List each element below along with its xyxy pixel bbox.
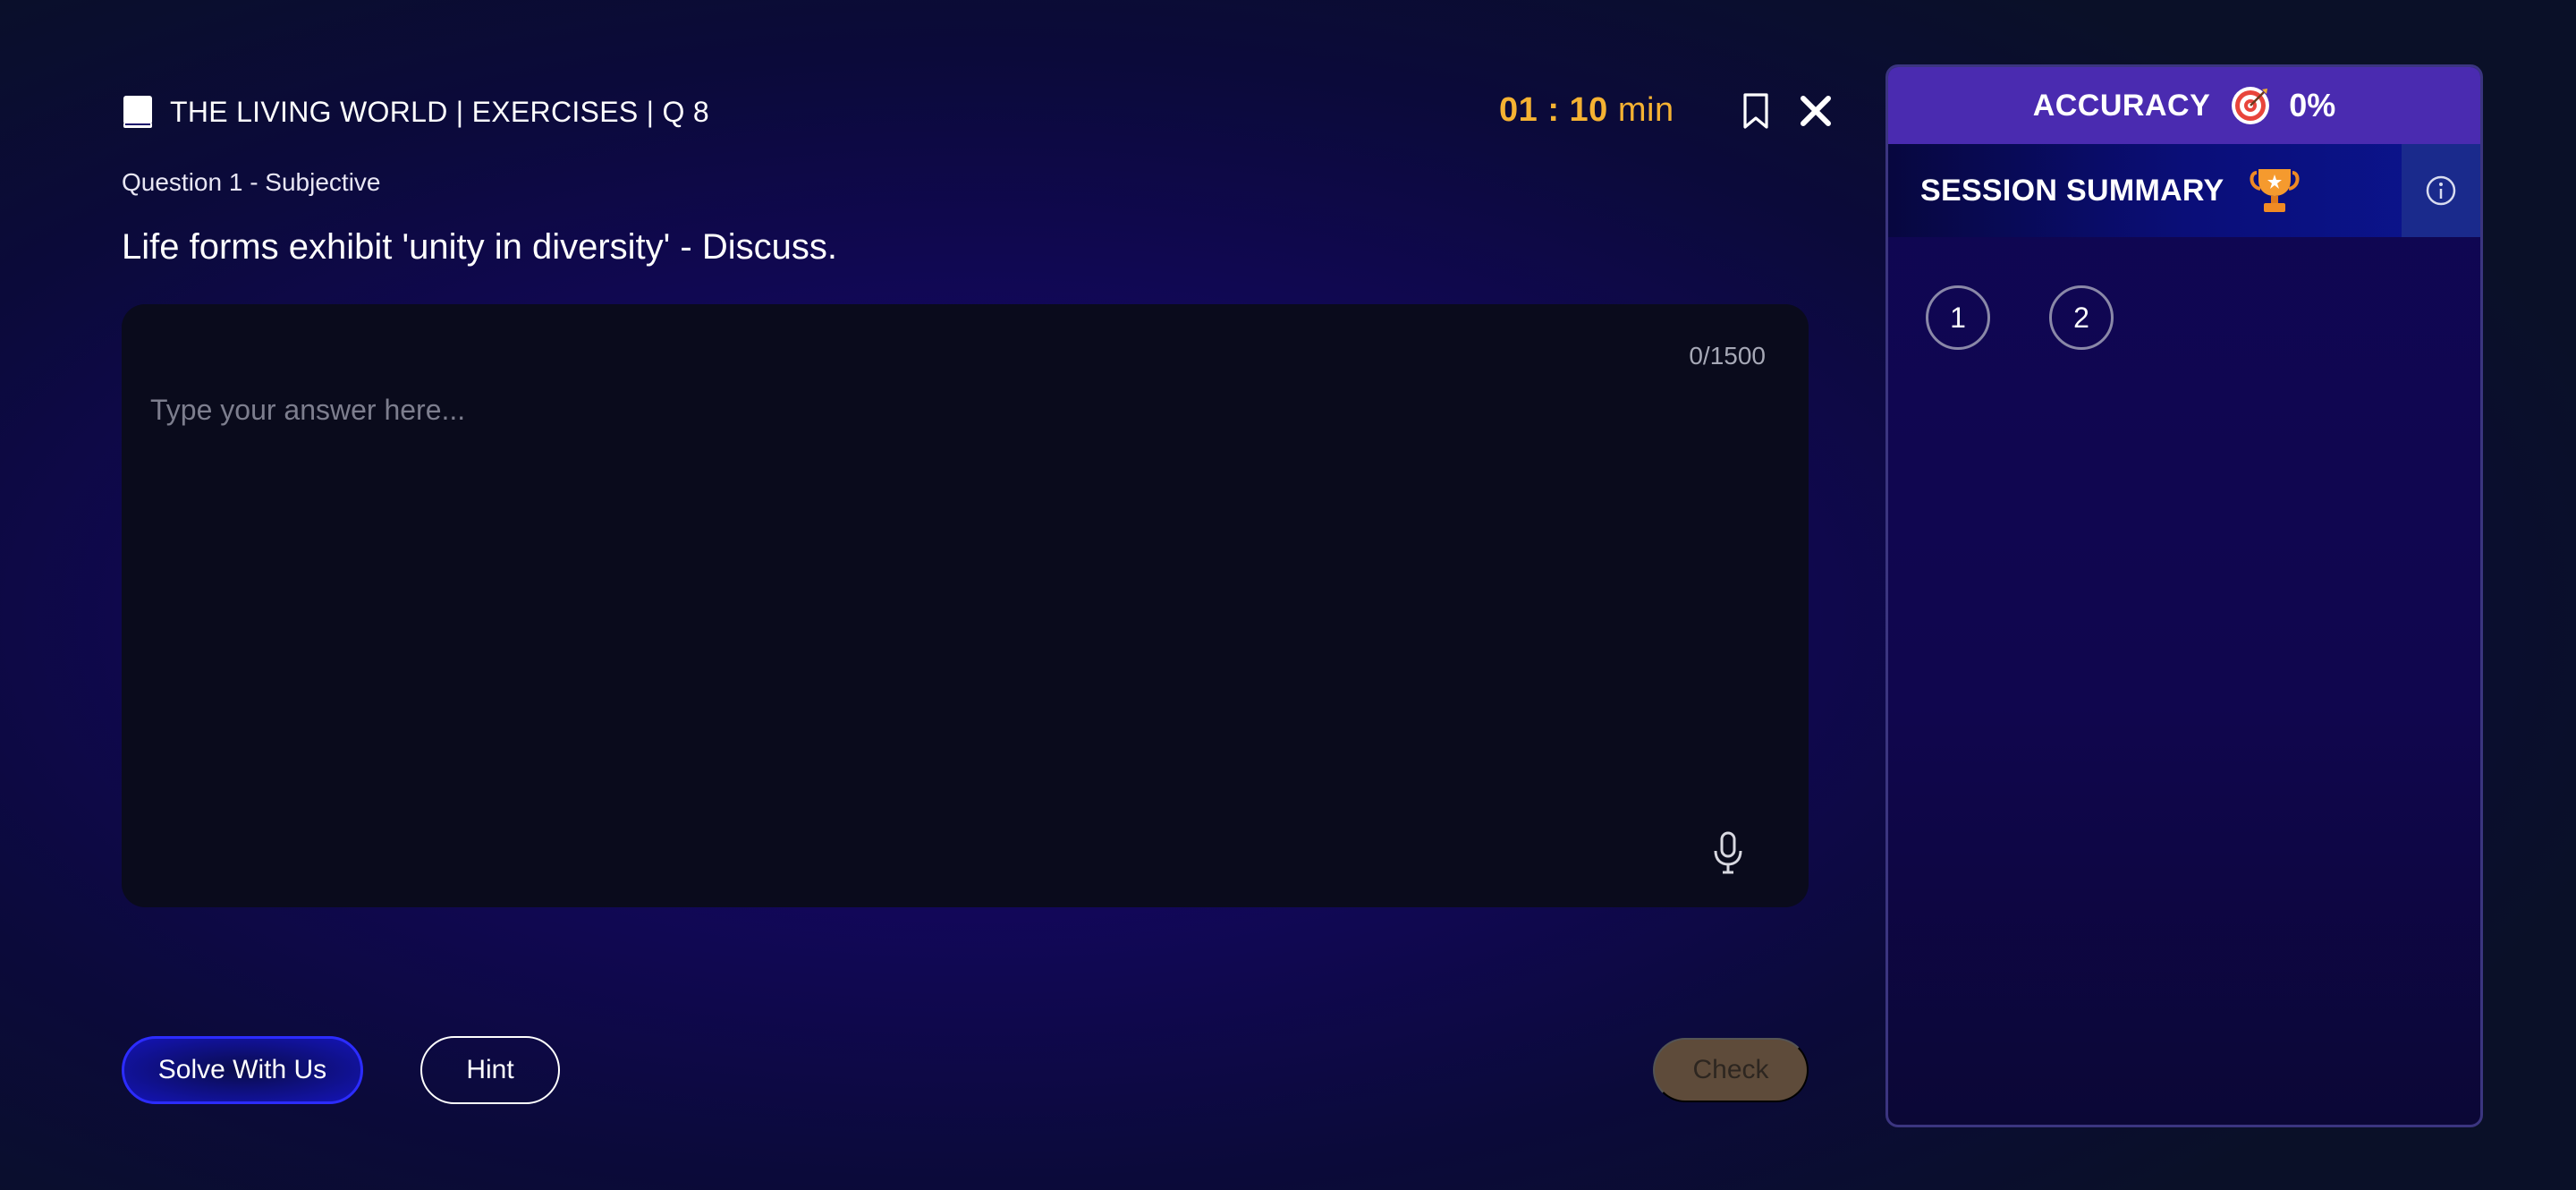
target-icon [2232,87,2270,124]
session-summary-bar: SESSION SUMMARY [1888,144,2480,237]
microphone-icon[interactable] [1712,830,1744,875]
bookmark-icon[interactable] [1737,91,1775,131]
accuracy-bar: ACCURACY 0% [1888,67,2480,144]
question-text: Life forms exhibit 'unity in diversity' … [122,227,837,267]
timer-value: 01 : 10 [1499,91,1608,129]
session-summary-label: SESSION SUMMARY [1920,173,2224,208]
accuracy-label: ACCURACY [2032,88,2211,123]
answer-input[interactable] [150,394,1742,823]
question-header: THE LIVING WORLD | EXERCISES | Q 8 01 : … [122,89,1831,134]
question-label: Question 1 - Subjective [122,168,381,196]
question-navigator: 1 2 [1926,285,2114,350]
breadcrumb: THE LIVING WORLD | EXERCISES | Q 8 [170,95,709,128]
check-button[interactable]: Check [1653,1038,1809,1102]
answer-box: 0/1500 [122,304,1809,907]
session-panel: ACCURACY 0% SESSION SUMMARY 1 2 [1885,64,2483,1127]
question-number-2[interactable]: 2 [2049,285,2114,350]
solve-with-us-button[interactable]: Solve With Us [122,1036,363,1104]
close-icon[interactable] [1796,91,1835,131]
info-button[interactable] [2402,144,2480,237]
book-icon [123,96,152,128]
accuracy-value: 0% [2289,87,2336,123]
timer-unit: min [1617,91,1674,129]
question-number-1[interactable]: 1 [1926,285,1990,350]
timer: 01 : 10 min [1499,91,1674,130]
info-icon [2426,175,2456,206]
char-count: 0/1500 [1689,342,1766,370]
hint-button[interactable]: Hint [420,1036,560,1104]
trophy-icon [2250,169,2300,212]
